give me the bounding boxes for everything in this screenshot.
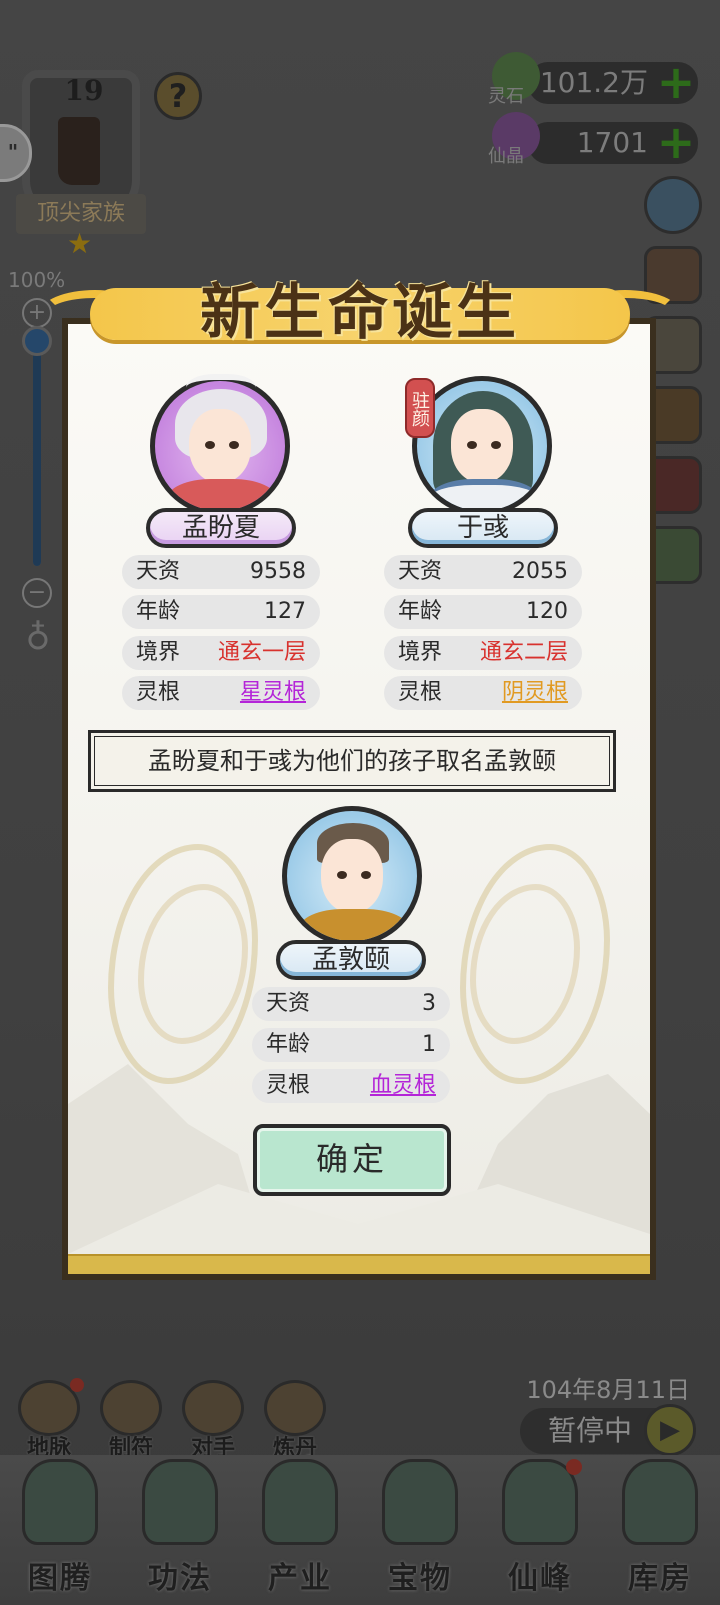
talisman-icon — [100, 1380, 162, 1436]
stat-key: 年龄 — [398, 599, 443, 624]
mother-stat-aptitude: 天资 9558 — [122, 555, 320, 589]
father-stat-age: 年龄 120 — [384, 595, 582, 629]
preserved-youth-tag: 驻颜 — [405, 378, 435, 438]
add-immortal-crystal-button[interactable]: + — [656, 119, 696, 165]
stat-key: 天资 — [398, 559, 443, 584]
stat-value: 127 — [264, 599, 306, 624]
stat-value: 通玄一层 — [217, 640, 306, 665]
face — [451, 409, 513, 483]
bottom-navigation: 图腾 功法 产业 宝物 仙峰 库房 — [0, 1455, 720, 1605]
immortal-peak-icon — [502, 1459, 578, 1545]
storehouse-bag-icon — [622, 1459, 698, 1545]
stat-value: 通玄二层 — [479, 640, 568, 665]
mini-button-alchemy[interactable]: 炼丹 — [258, 1378, 332, 1461]
stat-key: 天资 — [266, 991, 311, 1016]
crown-icon — [186, 374, 256, 408]
nav-techniques[interactable]: 功法 — [120, 1455, 240, 1605]
eye — [229, 441, 239, 449]
modal-title: 新生命诞生 — [200, 278, 520, 348]
father-name: 于彧 — [408, 508, 558, 548]
rank-level: 19 — [64, 74, 104, 107]
spirit-stone-bar: 101.2万 + — [528, 59, 698, 105]
eye — [467, 441, 477, 449]
spirit-stone-label: 灵石 — [488, 86, 524, 107]
modal-title-banner: 新生命诞生 — [40, 262, 680, 358]
treasures-icon — [382, 1459, 458, 1545]
alchemy-cauldron-icon — [264, 1380, 326, 1436]
location-pin-icon[interactable]: ♁ — [18, 618, 58, 658]
mini-button-earth-veins[interactable]: 地脉 — [12, 1378, 86, 1461]
spirit-stone-value: 101.2万 — [539, 66, 648, 99]
star-icon: ★ — [67, 227, 93, 260]
stat-key: 年龄 — [266, 1032, 311, 1057]
settings-gear-icon[interactable] — [644, 176, 702, 234]
nav-immortal-peak[interactable]: 仙峰 — [480, 1455, 600, 1605]
totem-icon — [22, 1459, 98, 1545]
immortal-crystal-label: 仙晶 — [488, 146, 524, 167]
naming-message: 孟盼夏和于彧为他们的孩子取名孟敦颐 — [148, 747, 556, 775]
stat-key: 天资 — [136, 559, 181, 584]
child-portrait[interactable] — [282, 806, 422, 946]
modal-gold-strip — [68, 1254, 650, 1274]
naming-message-box: 孟盼夏和于彧为他们的孩子取名孟敦颐 — [88, 730, 616, 792]
mother-name: 孟盼夏 — [146, 508, 296, 548]
mini-button-talisman[interactable]: 制符 — [94, 1378, 168, 1461]
father-stat-realm: 境界 通玄二层 — [384, 636, 582, 670]
eye — [491, 441, 501, 449]
pause-label: 暂停中 — [548, 1414, 633, 1447]
boot-icon — [58, 117, 100, 185]
mother-stat-spirit-root: 灵根 星灵根 — [122, 676, 320, 710]
stat-key: 灵根 — [136, 680, 181, 705]
stat-value: 9558 — [250, 559, 306, 584]
stat-value: 3 — [422, 991, 436, 1016]
father-stat-spirit-root: 灵根 阴灵根 — [384, 676, 582, 710]
child-name: 孟敦颐 — [276, 940, 426, 980]
zoom-slider-fill — [33, 334, 41, 566]
stat-key: 灵根 — [398, 680, 443, 705]
stat-key: 年龄 — [136, 599, 181, 624]
pause-control[interactable]: 暂停中 ▶ — [520, 1404, 696, 1456]
play-icon[interactable]: ▶ — [644, 1404, 696, 1456]
nav-totem[interactable]: 图腾 — [0, 1455, 120, 1605]
mother-stat-age: 年龄 127 — [122, 595, 320, 629]
family-rank-frame[interactable]: 19 顶尖家族 ★ — [12, 62, 152, 260]
stat-value: 1 — [422, 1032, 436, 1057]
nav-storehouse[interactable]: 库房 — [600, 1455, 720, 1605]
industry-mountain-icon — [262, 1459, 338, 1545]
notification-dot — [566, 1459, 582, 1475]
rivals-gate-icon — [182, 1380, 244, 1436]
nav-industry[interactable]: 产业 — [240, 1455, 360, 1605]
immortal-crystal-value: 1701 — [576, 126, 648, 159]
immortal-crystal-bar: 1701 + — [528, 119, 698, 165]
child-stat-age: 年龄 1 — [252, 1028, 450, 1062]
face — [189, 409, 251, 483]
stat-key: 境界 — [398, 640, 443, 665]
nav-treasures[interactable]: 宝物 — [360, 1455, 480, 1605]
help-button[interactable]: ? — [154, 72, 202, 120]
zoom-out-button[interactable]: − — [22, 578, 52, 608]
notification-dot — [70, 1378, 84, 1392]
stat-value: 120 — [526, 599, 568, 624]
techniques-flame-icon — [142, 1459, 218, 1545]
game-date: 104年8月11日 — [526, 1376, 690, 1404]
confirm-button[interactable]: 确定 — [253, 1124, 451, 1196]
add-spirit-stone-button[interactable]: + — [656, 59, 696, 105]
spirit-root-link[interactable]: 星灵根 — [240, 676, 306, 710]
stat-value: 2055 — [512, 559, 568, 584]
zoom-slider[interactable] — [33, 330, 41, 566]
eye — [337, 871, 347, 879]
stat-key: 境界 — [136, 640, 181, 665]
father-stat-aptitude: 天资 2055 — [384, 555, 582, 589]
eye — [361, 871, 371, 879]
mini-button-rivals[interactable]: 对手 — [176, 1378, 250, 1461]
spirit-root-link[interactable]: 血灵根 — [370, 1069, 436, 1103]
face — [321, 839, 383, 913]
spirit-root-link[interactable]: 阴灵根 — [502, 676, 568, 710]
eye — [205, 441, 215, 449]
child-stat-aptitude: 天资 3 — [252, 987, 450, 1021]
mother-stat-realm: 境界 通玄一层 — [122, 636, 320, 670]
stat-key: 灵根 — [266, 1073, 311, 1098]
child-stat-spirit-root: 灵根 血灵根 — [252, 1069, 450, 1103]
